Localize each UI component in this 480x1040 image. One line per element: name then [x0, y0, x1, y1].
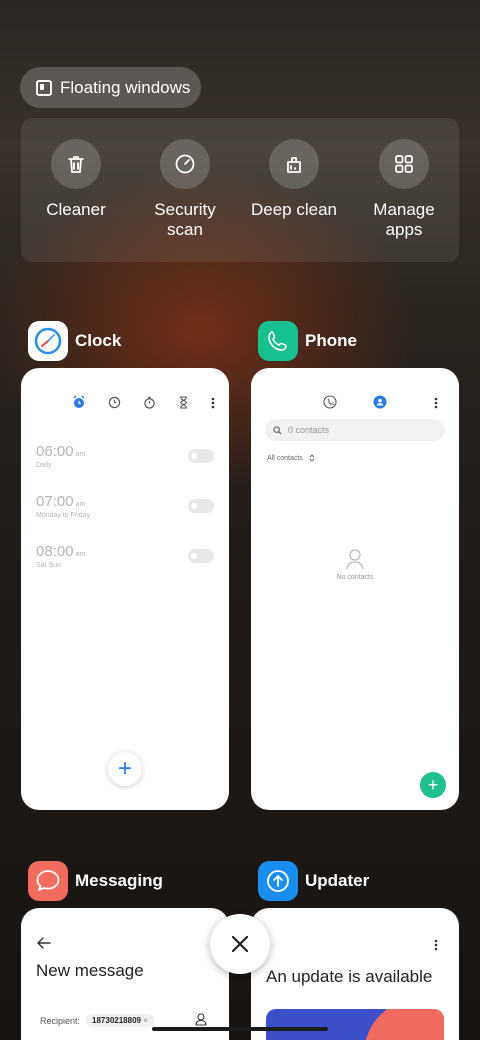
trash-icon [51, 139, 101, 189]
search-icon [273, 425, 282, 435]
home-indicator[interactable] [152, 1027, 328, 1031]
contacts-search-input[interactable]: 0 contacts [265, 419, 445, 441]
security-scan-label: Security scan [154, 200, 216, 239]
alarm-repeat: Sat Sun [36, 562, 61, 569]
updater-app-header[interactable]: Updater [258, 861, 369, 901]
alarm-repeat: Monday to Friday [36, 512, 91, 519]
manage-apps-button[interactable]: Manage apps [349, 139, 459, 240]
floating-windows-button[interactable]: Floating windows [20, 67, 201, 108]
remove-recipient-icon[interactable]: × [143, 1016, 148, 1025]
close-icon [231, 935, 249, 953]
alarm-toggle[interactable] [188, 449, 214, 463]
alarm-row[interactable]: 07:00 am Monday to Friday [36, 493, 214, 519]
add-contact-button[interactable]: + [420, 772, 446, 798]
clock-app-name: Clock [75, 331, 122, 350]
empty-contacts: No contacts [251, 548, 459, 581]
clear-all-button[interactable] [210, 914, 270, 974]
messaging-app-icon [28, 861, 68, 901]
quick-tools-panel: Cleaner Security scan Deep clean Manage … [21, 118, 459, 262]
contacts-filter-dropdown[interactable]: All contacts [267, 454, 315, 462]
security-scan-button[interactable]: Security scan [130, 139, 240, 240]
phone-app-card[interactable]: 0 contacts All contacts No contacts + [251, 368, 459, 810]
search-placeholder: 0 contacts [288, 425, 330, 435]
filter-label: All contacts [267, 454, 303, 462]
alarm-ampm: am [75, 551, 86, 558]
more-options-icon[interactable] [211, 396, 215, 414]
cleaner-button[interactable]: Cleaner [21, 139, 131, 220]
alarm-ampm: am [75, 501, 86, 508]
clock-app-card[interactable]: 06:00 am Daily 07:00 am Monday to Friday 0… [21, 368, 229, 810]
back-arrow-icon[interactable] [37, 936, 51, 954]
clock-app-icon [28, 321, 68, 361]
more-options-icon[interactable] [434, 396, 438, 414]
alarm-toggle[interactable] [188, 549, 214, 563]
alarm-time-value: 06:00 [36, 443, 74, 460]
alarm-repeat: Daily [36, 462, 52, 469]
floating-window-icon [36, 79, 52, 96]
phone-app-name: Phone [305, 331, 357, 350]
clock-app-header[interactable]: Clock [28, 321, 121, 361]
contacts-tab-icon[interactable] [373, 395, 387, 414]
alarm-ampm: am [75, 451, 86, 458]
new-message-title: New message [36, 961, 144, 980]
floating-windows-label: Floating windows [60, 77, 191, 97]
deep-clean-icon [269, 139, 319, 189]
alarm-time-value: 07:00 [36, 493, 74, 510]
manage-apps-label: Manage apps [373, 200, 435, 239]
no-contacts-text: No contacts [336, 574, 374, 581]
alarm-tab-icon[interactable] [72, 395, 86, 414]
update-available-title: An update is available [266, 967, 433, 986]
world-clock-tab-icon[interactable] [108, 396, 121, 414]
alarm-row[interactable]: 08:00 am Sat Sun [36, 543, 214, 569]
apps-grid-icon [379, 139, 429, 189]
alarm-toggle[interactable] [188, 499, 214, 513]
more-options-icon[interactable] [434, 938, 438, 956]
timer-tab-icon[interactable] [178, 395, 189, 414]
calls-tab-icon[interactable] [323, 395, 337, 414]
recipient-number: 18730218809 [92, 1016, 141, 1025]
recipient-field[interactable]: Recipient: 18730218809 × [40, 1014, 154, 1027]
clock-tabs [72, 395, 215, 414]
sort-arrows-icon [309, 454, 315, 462]
security-scan-icon [160, 139, 210, 189]
cleaner-label: Cleaner [46, 200, 106, 219]
deep-clean-label: Deep clean [250, 200, 337, 219]
deep-clean-button[interactable]: Deep clean [239, 139, 349, 220]
messaging-app-card[interactable]: New message Recipient: 18730218809 × [21, 908, 229, 1040]
recipient-chip[interactable]: 18730218809 × [86, 1014, 154, 1027]
updater-app-icon [258, 861, 298, 901]
phone-app-header[interactable]: Phone [258, 321, 357, 361]
add-alarm-button[interactable]: + [108, 752, 142, 786]
alarm-row[interactable]: 06:00 am Daily [36, 443, 214, 469]
phone-tabs [323, 395, 387, 414]
stopwatch-tab-icon[interactable] [143, 396, 156, 414]
recipient-label: Recipient: [40, 1015, 81, 1026]
updater-app-name: Updater [305, 871, 370, 890]
updater-app-card[interactable]: An update is available [251, 908, 459, 1040]
messaging-app-name: Messaging [75, 871, 163, 890]
phone-app-icon [258, 321, 298, 361]
person-icon [346, 549, 364, 570]
update-banner-image [266, 1009, 444, 1040]
alarm-time-value: 08:00 [36, 543, 74, 560]
messaging-app-header[interactable]: Messaging [28, 861, 163, 901]
